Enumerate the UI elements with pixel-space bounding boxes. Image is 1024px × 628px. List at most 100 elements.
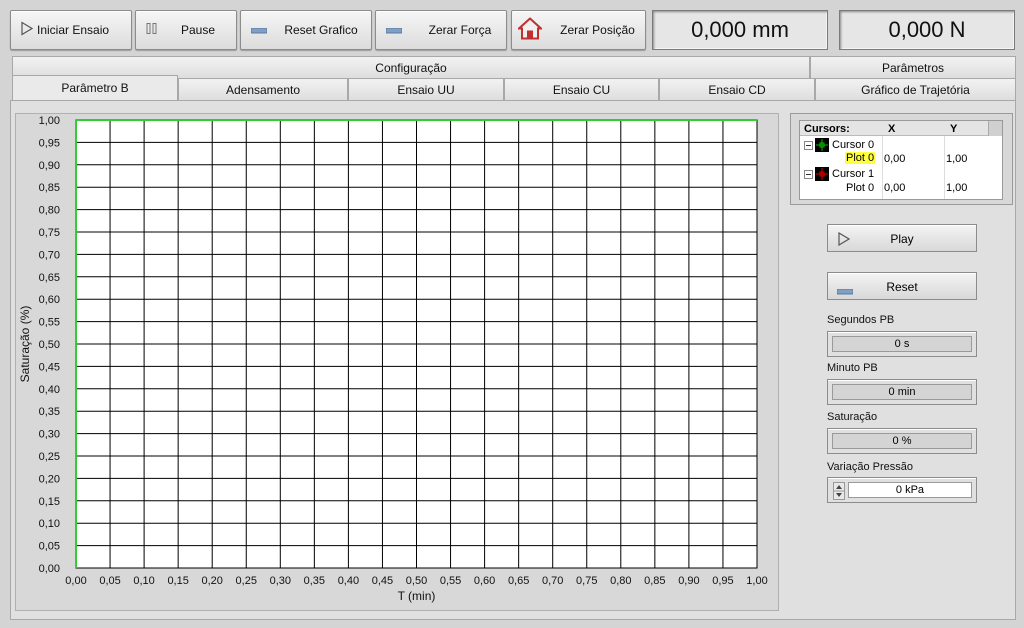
tab-adensamento[interactable]: Adensamento: [178, 78, 348, 100]
y-tick-label: 0,85: [39, 182, 60, 194]
collapse-icon[interactable]: [804, 170, 813, 182]
start-test-button[interactable]: Iniciar Ensaio: [10, 10, 132, 50]
x-tick-label: 1,00: [746, 575, 767, 587]
cursor-0-plot[interactable]: Plot 0: [845, 152, 876, 164]
x-tick-label: 0,15: [167, 575, 188, 587]
x-tick-label: 0,25: [236, 575, 257, 587]
cursor-header-y: Y: [950, 123, 958, 135]
cursor-header-x: X: [888, 123, 896, 135]
x-tick-label: 0,35: [304, 575, 325, 587]
force-readout: 0,000 N: [839, 10, 1015, 50]
y-tick-label: 0,95: [39, 137, 60, 149]
pressure-stepper[interactable]: [833, 482, 845, 500]
x-tick-label: 0,55: [440, 575, 461, 587]
tab-parametro-b[interactable]: Parâmetro B: [12, 75, 178, 100]
zero-force-button[interactable]: Zerar Força: [375, 10, 507, 50]
pause-button[interactable]: Pause: [135, 10, 237, 50]
reset-graph-label: Reset Grafico: [284, 23, 358, 37]
start-test-label: Iniciar Ensaio: [37, 23, 110, 37]
x-tick-label: 0,30: [270, 575, 291, 587]
y-tick-label: 0,20: [39, 473, 60, 485]
y-tick-label: 0,25: [39, 451, 60, 463]
x-axis-label: T (min): [398, 589, 436, 603]
seconds-label: Segundos PB: [827, 314, 895, 326]
zero-position-label: Zerar Posição: [560, 23, 635, 37]
y-tick-label: 0,75: [39, 227, 60, 239]
x-tick-label: 0,40: [338, 575, 359, 587]
y-tick-label: 0,70: [39, 249, 60, 261]
reset-label: Reset: [886, 280, 918, 294]
x-tick-label: 0,75: [576, 575, 597, 587]
x-tick-label: 0,50: [406, 575, 427, 587]
zero-position-button[interactable]: Zerar Posição: [511, 10, 646, 50]
pressure-label: Variação Pressão: [827, 461, 914, 473]
play-label: Play: [890, 232, 914, 246]
cursor-0-y: 1,00: [946, 153, 968, 165]
saturation-graph: 1,00 0,95 0,90 0,85 0,80 0,75 0,70 0,65 0,60 0,55…: [15, 113, 779, 611]
cursor-scroll[interactable]: [988, 121, 1002, 136]
x-tick-label: 0,60: [474, 575, 495, 587]
cursor-header-name: Cursors:: [804, 123, 850, 135]
tab-ensaio-cd[interactable]: Ensaio CD: [659, 78, 815, 100]
tab-parametros[interactable]: Parâmetros: [810, 56, 1016, 78]
pause-label: Pause: [180, 23, 216, 37]
cursor-legend: Cursors: X Y Cursor 0 Plot 0 0,00 1,00 C…: [790, 113, 1013, 205]
tab-ensaio-cu[interactable]: Ensaio CU: [504, 78, 659, 100]
x-tick-label: 0,90: [678, 575, 699, 587]
y-tick-label: 0,30: [39, 429, 60, 441]
x-tick-label: 0,10: [133, 575, 154, 587]
y-tick-label: 0,05: [39, 541, 60, 553]
saturation-value: 0 %: [832, 433, 972, 449]
x-tick-label: 0,95: [712, 575, 733, 587]
minutes-value: 0 min: [832, 384, 972, 400]
minus-bar-icon: [385, 23, 403, 37]
pause-icon: [146, 23, 158, 38]
y-tick-label: 0,00: [39, 563, 60, 575]
tab-row: Parâmetro B Adensamento Ensaio UU Ensaio…: [12, 75, 1016, 100]
y-tick-label: 0,45: [39, 361, 60, 373]
x-tick-label: 0,20: [201, 575, 222, 587]
zero-force-label: Zerar Força: [428, 23, 492, 37]
cursor-0-x: 0,00: [884, 153, 906, 165]
x-tick-label: 0,70: [542, 575, 563, 587]
cursor-1-name[interactable]: Cursor 1: [832, 168, 874, 180]
cursor-1-y: 1,00: [946, 182, 968, 194]
tab-ensaio-uu[interactable]: Ensaio UU: [348, 78, 504, 100]
cursor-1-x: 0,00: [884, 182, 906, 194]
y-tick-label: 0,35: [39, 406, 60, 418]
cursor-1-marker-icon: [815, 167, 829, 184]
pressure-control: 0 kPa: [827, 477, 977, 503]
x-tick-label: 0,00: [65, 575, 86, 587]
y-tick-label: 0,10: [39, 518, 60, 530]
pressure-input[interactable]: 0 kPa: [848, 482, 972, 498]
seconds-indicator: 0 s: [827, 331, 977, 357]
y-tick-label: 0,90: [39, 160, 60, 172]
play-button[interactable]: Play: [827, 224, 977, 252]
y-tick-label: 0,80: [39, 205, 60, 217]
displacement-readout: 0,000 mm: [652, 10, 828, 50]
seconds-value: 0 s: [832, 336, 972, 352]
graph-plot-area[interactable]: 1,00 0,95 0,90 0,85 0,80 0,75 0,70 0,65 0,60 0,55…: [16, 114, 778, 610]
cursor-0-name[interactable]: Cursor 0: [832, 139, 874, 151]
cursor-0-marker-icon: [815, 138, 829, 155]
cursor-table: Cursors: X Y Cursor 0 Plot 0 0,00 1,00 C…: [799, 120, 1003, 200]
reset-button[interactable]: Reset: [827, 272, 977, 300]
cursor-1-plot[interactable]: Plot 0: [846, 182, 874, 194]
x-tick-label: 0,45: [372, 575, 393, 587]
collapse-icon[interactable]: [804, 141, 813, 153]
y-tick-label: 0,15: [39, 496, 60, 508]
saturation-indicator: 0 %: [827, 428, 977, 454]
reset-graph-button[interactable]: Reset Grafico: [240, 10, 372, 50]
x-tick-label: 0,05: [99, 575, 120, 587]
minutes-label: Minuto PB: [827, 362, 878, 374]
tab-grafico-trajetoria[interactable]: Gráfico de Trajetória: [815, 78, 1016, 100]
play-icon: [21, 21, 34, 39]
x-tick-label: 0,80: [610, 575, 631, 587]
minutes-indicator: 0 min: [827, 379, 977, 405]
saturation-label: Saturação: [827, 411, 878, 423]
x-tick-label: 0,85: [644, 575, 665, 587]
y-tick-label: 0,50: [39, 339, 60, 351]
y-axis-label: Saturação (%): [18, 306, 32, 383]
y-tick-label: 0,60: [39, 294, 60, 306]
x-tick-label: 0,65: [508, 575, 529, 587]
